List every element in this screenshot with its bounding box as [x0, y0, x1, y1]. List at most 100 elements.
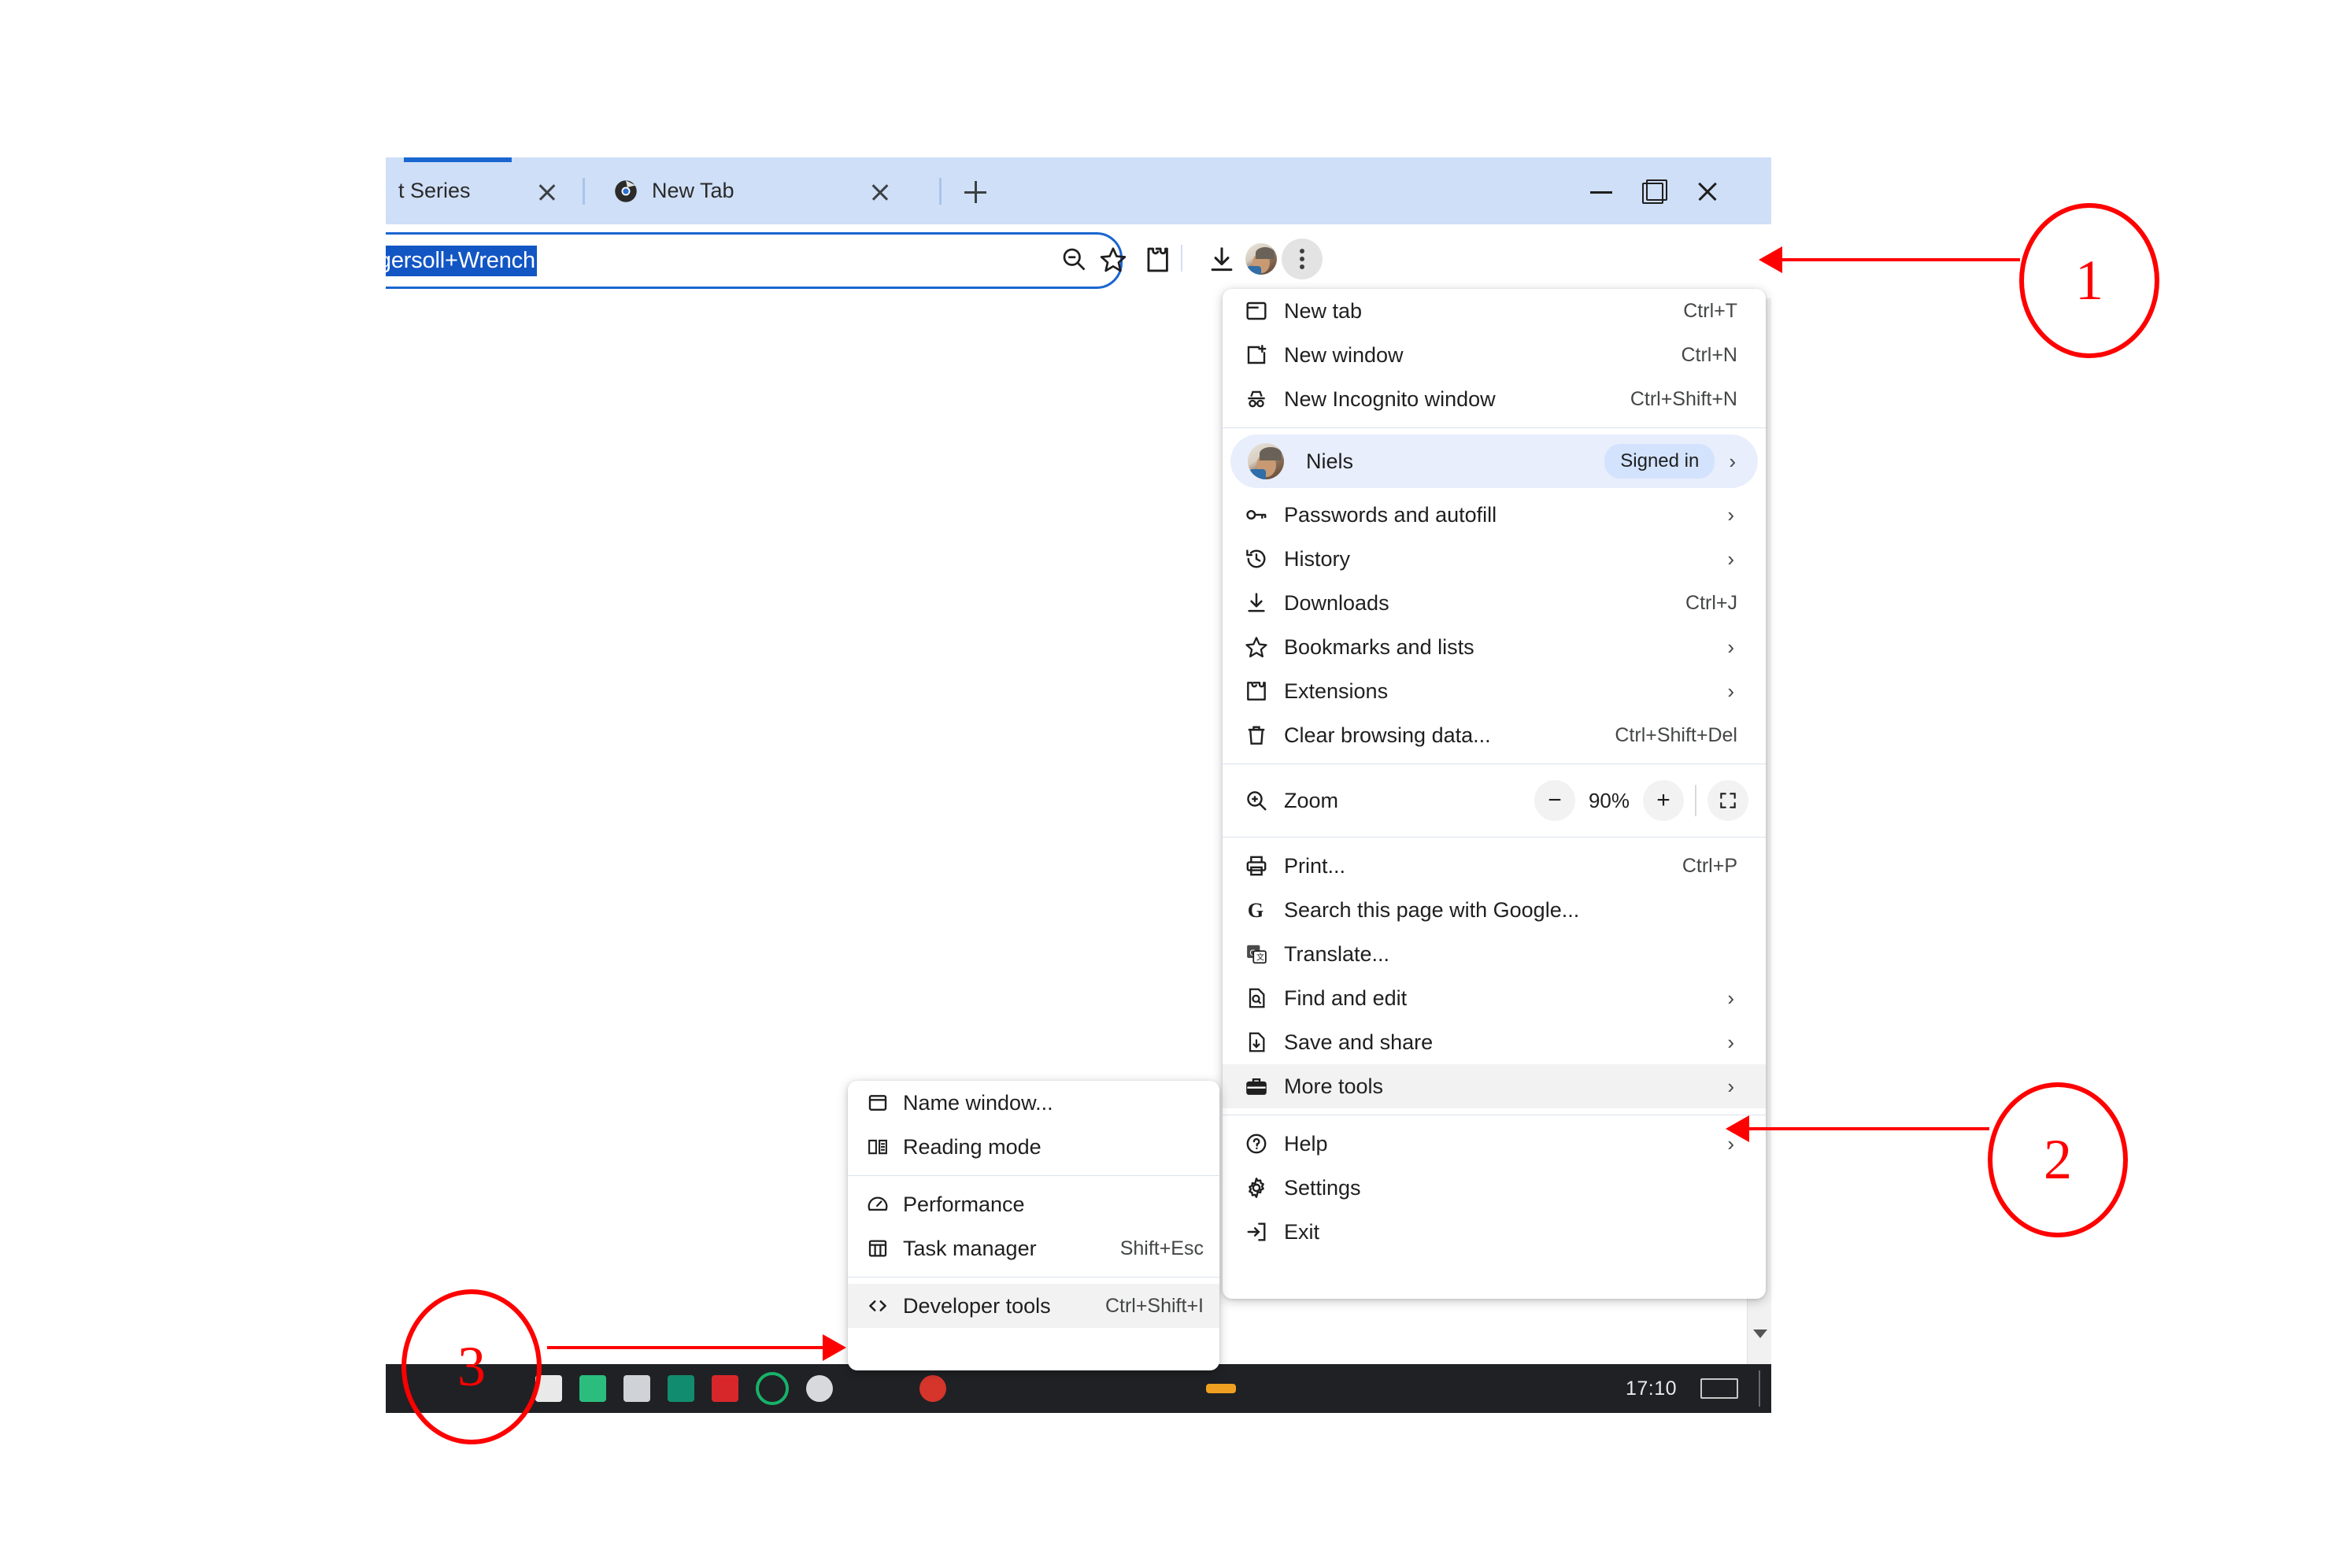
- taskbar-app-icon[interactable]: [806, 1375, 833, 1402]
- taskbar-app-icon[interactable]: [1206, 1384, 1236, 1393]
- menu-item-shortcut: Ctrl+T: [1683, 299, 1737, 322]
- chevron-down-icon[interactable]: [1753, 1329, 1767, 1338]
- submenu-item-performance[interactable]: Performance: [848, 1182, 1219, 1226]
- tab-item-series[interactable]: t Series: [386, 157, 583, 224]
- menu-item-label: Save and share: [1284, 1030, 1434, 1054]
- menu-item-label: Clear browsing data...: [1284, 723, 1491, 747]
- svg-text:文: 文: [1256, 952, 1264, 963]
- chrome-icon: [614, 179, 638, 203]
- annotation-marker-3: 3: [401, 1289, 542, 1444]
- chevron-right-icon: ›: [1727, 986, 1734, 1010]
- avatar: [1248, 443, 1284, 479]
- annotation-marker-2: 2: [1988, 1082, 2128, 1237]
- submenu-item-shortcut: Shift+Esc: [1119, 1237, 1204, 1259]
- submenu-item-task-manager[interactable]: Task manager Shift+Esc: [848, 1226, 1219, 1270]
- menu-item-extensions[interactable]: Extensions ›: [1223, 669, 1766, 713]
- taskbar-app-icon[interactable]: [668, 1375, 694, 1402]
- menu-zoom-row: Zoom − 90% +: [1223, 771, 1766, 830]
- chevron-right-icon: ›: [1727, 1030, 1734, 1054]
- zoom-divider: [1695, 785, 1696, 816]
- menu-item-label: Extensions: [1284, 679, 1389, 703]
- menu-item-clear-browsing-data[interactable]: Clear browsing data... Ctrl+Shift+Del: [1223, 713, 1766, 757]
- submenu-item-label: Performance: [903, 1192, 1025, 1216]
- submenu-item-developer-tools[interactable]: Developer tools Ctrl+Shift+I: [848, 1284, 1219, 1328]
- menu-item-label: New window: [1284, 342, 1404, 367]
- menu-item-more-tools[interactable]: More tools ›: [1223, 1064, 1766, 1108]
- menu-item-print[interactable]: Print... Ctrl+P: [1223, 844, 1766, 888]
- menu-item-help[interactable]: Help ›: [1223, 1122, 1766, 1166]
- chevron-right-icon: ›: [1727, 635, 1734, 659]
- submenu-item-name-window[interactable]: Name window...: [848, 1081, 1219, 1125]
- menu-item-label: Passwords and autofill: [1284, 502, 1497, 527]
- zoom-out-button[interactable]: −: [1534, 780, 1575, 821]
- close-icon[interactable]: [537, 182, 557, 202]
- help-circle-icon: [1234, 1131, 1279, 1156]
- menu-item-label: Translate...: [1284, 941, 1390, 966]
- menu-item-search-page-with-google[interactable]: G Search this page with Google...: [1223, 888, 1766, 932]
- annotation-arrow-1-head: [1759, 246, 1782, 273]
- menu-item-label: Help: [1284, 1131, 1328, 1156]
- menu-item-history[interactable]: History ›: [1223, 537, 1766, 581]
- menu-item-passwords-and-autofill[interactable]: Passwords and autofill ›: [1223, 493, 1766, 537]
- incognito-icon: [1234, 386, 1279, 412]
- chevron-right-icon: ›: [1729, 449, 1736, 473]
- zoom-in-button[interactable]: +: [1643, 780, 1684, 821]
- taskbar-clock[interactable]: 17:10: [1626, 1378, 1677, 1400]
- tab-item-new-tab[interactable]: New Tab: [590, 157, 921, 224]
- submenu-item-reading-mode[interactable]: Reading mode: [848, 1125, 1219, 1169]
- taskbar-app-icon[interactable]: [919, 1375, 946, 1402]
- printer-icon: [1234, 853, 1279, 878]
- bookmark-star-icon[interactable]: [1098, 245, 1128, 275]
- annotation-arrow-2-head: [1726, 1115, 1749, 1142]
- downloads-icon[interactable]: [1207, 245, 1237, 275]
- menu-item-settings[interactable]: Settings: [1223, 1166, 1766, 1210]
- taskbar-app-icon[interactable]: [623, 1375, 650, 1402]
- chevron-right-icon: ›: [1727, 547, 1734, 571]
- menu-item-exit[interactable]: Exit: [1223, 1210, 1766, 1254]
- menu-item-new-incognito-window[interactable]: New Incognito window Ctrl+Shift+N: [1223, 377, 1766, 421]
- menu-item-downloads[interactable]: Downloads Ctrl+J: [1223, 581, 1766, 625]
- star-icon: [1234, 634, 1279, 660]
- extensions-icon[interactable]: [1143, 245, 1173, 275]
- menu-item-find-and-edit[interactable]: Find and edit ›: [1223, 976, 1766, 1020]
- taskbar-app-icon[interactable]: [712, 1375, 738, 1402]
- menu-item-label: Bookmarks and lists: [1284, 634, 1474, 659]
- profile-avatar-icon[interactable]: [1245, 243, 1277, 275]
- menu-item-new-window[interactable]: New window Ctrl+N: [1223, 333, 1766, 377]
- show-desktop-button[interactable]: [1700, 1378, 1738, 1399]
- menu-item-translate[interactable]: G 文 Translate...: [1223, 932, 1766, 976]
- close-window-button[interactable]: [1685, 175, 1732, 208]
- menu-item-bookmarks-and-lists[interactable]: Bookmarks and lists ›: [1223, 625, 1766, 669]
- table-icon: [857, 1237, 898, 1260]
- zoom-level-value: 90%: [1588, 788, 1630, 812]
- menu-item-save-and-share[interactable]: Save and share ›: [1223, 1020, 1766, 1064]
- menu-item-shortcut: Ctrl+J: [1685, 591, 1737, 614]
- new-tab-button[interactable]: [964, 181, 986, 203]
- taskbar-edge: [1759, 1370, 1760, 1407]
- menu-item-profile[interactable]: Niels Signed in ›: [1230, 435, 1758, 488]
- taskbar-app-icon[interactable]: [756, 1372, 789, 1405]
- annotation-number: 3: [457, 1335, 486, 1398]
- minimize-button[interactable]: [1578, 175, 1626, 208]
- maximize-button[interactable]: [1630, 175, 1677, 208]
- close-icon[interactable]: [870, 182, 890, 202]
- tab-title: New Tab: [652, 179, 734, 202]
- menu-item-shortcut: Ctrl+Shift+Del: [1615, 723, 1737, 746]
- puzzle-icon: [1234, 679, 1279, 704]
- address-bar[interactable]: ngersoll+Wrench: [386, 232, 1123, 289]
- fullscreen-icon[interactable]: [1707, 780, 1748, 821]
- submenu-divider: [848, 1175, 1219, 1176]
- menu-item-new-tab[interactable]: New tab Ctrl+T: [1223, 289, 1766, 333]
- menu-item-label: Exit: [1284, 1219, 1320, 1244]
- svg-text:G: G: [1248, 899, 1263, 922]
- menu-divider: [1223, 427, 1766, 428]
- menu-item-label: New tab: [1284, 298, 1363, 323]
- taskbar-app-icon[interactable]: [579, 1375, 606, 1402]
- window-icon: [857, 1091, 898, 1115]
- toolbar-separator: [1181, 245, 1182, 272]
- profile-name: Niels: [1306, 449, 1354, 473]
- status-badge: Signed in: [1604, 444, 1715, 479]
- menu-item-shortcut: Ctrl+P: [1682, 854, 1737, 877]
- chrome-menu-button[interactable]: [1282, 239, 1323, 279]
- zoom-out-icon[interactable]: [1060, 245, 1088, 273]
